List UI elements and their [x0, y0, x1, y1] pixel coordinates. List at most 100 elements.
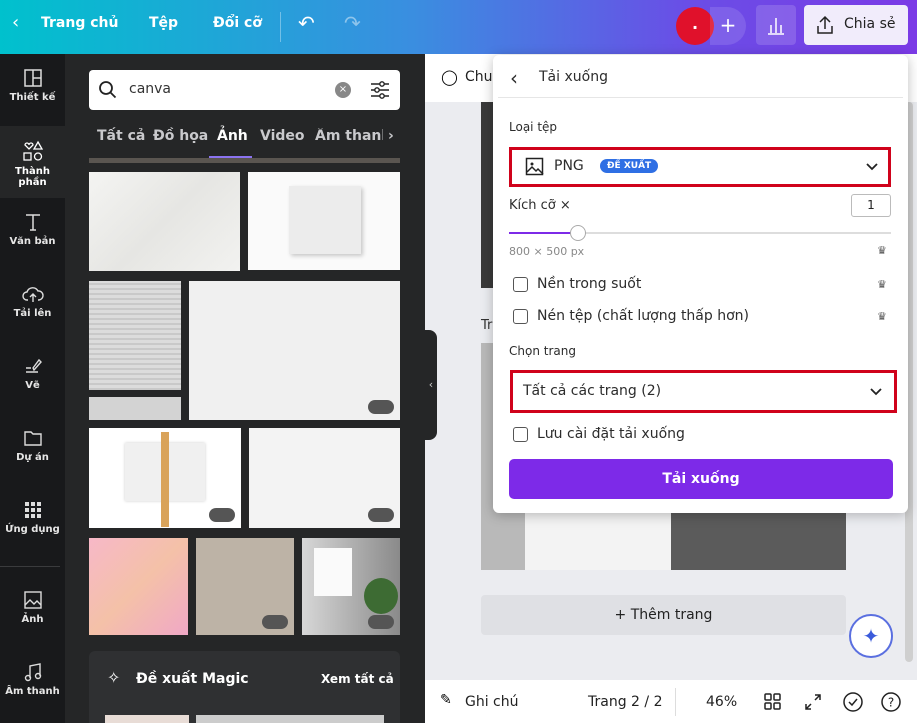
notes-button[interactable]: Ghi chú — [465, 694, 519, 710]
photo-thumbnail[interactable] — [89, 281, 181, 390]
rail-label: Vẽ — [25, 380, 40, 391]
dimensions-text: 800 × 500 px — [509, 245, 585, 258]
file-menu[interactable]: Tệp — [149, 15, 178, 31]
zoom-level[interactable]: 46% — [706, 694, 737, 710]
notes-icon[interactable]: ✎ — [440, 692, 452, 708]
photo-thumbnail[interactable] — [89, 158, 400, 163]
undo-icon[interactable]: ↶ — [298, 11, 315, 35]
photo-thumbnail[interactable] — [248, 172, 400, 270]
search-value: canva — [129, 81, 172, 97]
tab-audio[interactable]: Âm thanh — [315, 128, 383, 144]
folder-icon — [23, 431, 42, 446]
download-button[interactable]: Tải xuống — [509, 459, 893, 499]
image-icon — [525, 157, 544, 176]
photo-thumbnail[interactable] — [196, 538, 294, 635]
save-settings-checkbox[interactable] — [513, 427, 528, 442]
rail-item-draw[interactable]: Vẽ — [0, 342, 65, 414]
transparent-bg-label: Nền trong suốt — [537, 276, 642, 292]
add-page-button[interactable]: + Thêm trang — [481, 595, 846, 635]
transparent-bg-checkbox[interactable] — [513, 277, 528, 292]
rail-item-apps[interactable]: Ứng dụng — [0, 486, 65, 558]
size-input[interactable]: 1 — [851, 194, 891, 217]
rail-item-photos[interactable]: Ảnh — [0, 576, 65, 648]
bottom-bar: ✎ Ghi chú Trang 2 / 2 46% ? — [425, 680, 917, 723]
divider — [280, 12, 281, 42]
page-indicator[interactable]: Trang 2 / 2 — [588, 694, 662, 710]
crown-icon: ♛ — [877, 310, 887, 323]
back-chevron-icon[interactable]: ‹ — [12, 12, 19, 33]
rail-label: Ảnh — [21, 614, 44, 625]
home-link[interactable]: Trang chủ — [41, 15, 118, 31]
file-type-select[interactable]: PNG ĐỀ XUẤT — [509, 147, 891, 187]
clear-icon[interactable]: × — [335, 82, 351, 98]
rail-item-elements[interactable]: Thành phần — [0, 126, 65, 198]
pen-icon — [25, 358, 42, 373]
photo-thumbnail[interactable] — [89, 397, 181, 420]
rail-item-projects[interactable]: Dự án — [0, 414, 65, 486]
fullscreen-icon[interactable] — [804, 693, 822, 711]
rail-label: Dự án — [16, 452, 49, 463]
pages-select[interactable]: Tất cả các trang (2) — [510, 370, 897, 413]
search-icon — [99, 81, 117, 99]
filter-icon[interactable] — [369, 79, 391, 101]
crown-icon: ♛ — [877, 278, 887, 291]
tab-graphics[interactable]: Đồ họa — [153, 128, 208, 144]
recommended-badge: ĐỀ XUẤT — [600, 159, 659, 173]
divider — [0, 566, 60, 567]
grid-view-icon[interactable] — [764, 693, 782, 711]
rail-item-text[interactable]: Văn bản — [0, 198, 65, 270]
photo-thumbnail[interactable] — [89, 538, 188, 635]
check-icon[interactable] — [842, 691, 864, 713]
magic-assistant-icon[interactable]: ✦ — [849, 614, 893, 658]
chevron-down-icon — [866, 163, 878, 171]
analytics-icon[interactable] — [756, 5, 796, 45]
photo-thumbnail[interactable] — [89, 428, 241, 528]
rail-label: Thiết kế — [9, 92, 56, 103]
magic-suggestions-section: ✧ Đề xuất Magic Xem tất cả — [89, 651, 400, 723]
size-slider[interactable] — [509, 225, 891, 241]
photo-thumbnail[interactable] — [89, 172, 240, 271]
download-popover: ‹ Tải xuống Loại tệp PNG ĐỀ XUẤT Kích cỡ… — [493, 55, 908, 513]
pages-label: Chọn trang — [509, 344, 576, 358]
tab-all[interactable]: Tất cả — [97, 128, 145, 144]
resize-menu[interactable]: Đổi cỡ — [213, 15, 262, 31]
photo-thumbnail[interactable] — [189, 281, 400, 420]
compress-checkbox[interactable] — [513, 309, 528, 324]
cloud-upload-icon — [21, 287, 44, 302]
back-icon[interactable]: ‹ — [510, 66, 518, 90]
rail-item-audio[interactable]: Âm thanh — [0, 648, 65, 720]
rail-item-uploads[interactable]: Tải lên — [0, 270, 65, 342]
slider-fill — [509, 232, 578, 234]
photo-thumbnail[interactable] — [302, 538, 400, 635]
file-type-value: PNG — [554, 158, 584, 174]
rail-label: Tải lên — [13, 308, 52, 319]
rail-item-design[interactable]: Thiết kế — [0, 54, 65, 126]
upload-icon — [817, 15, 833, 34]
collapse-panel-handle[interactable]: ‹ — [425, 330, 437, 440]
avatar[interactable]: . — [676, 7, 714, 45]
add-collaborator-icon[interactable]: + — [710, 7, 746, 45]
premium-badge-icon — [368, 508, 394, 522]
compress-label: Nén tệp (chất lượng thấp hơn) — [537, 308, 749, 324]
help-icon[interactable]: ? — [880, 691, 902, 713]
redo-icon[interactable]: ↷ — [344, 11, 361, 35]
tab-photos[interactable]: Ảnh — [217, 128, 248, 144]
save-settings-label: Lưu cài đặt tải xuống — [537, 426, 685, 442]
file-type-label: Loại tệp — [509, 120, 558, 134]
page-title[interactable]: Tr — [481, 318, 492, 333]
layout-icon — [23, 69, 42, 87]
photo-thumbnail[interactable] — [249, 428, 400, 528]
share-label: Chia sẻ — [844, 16, 896, 32]
premium-badge-icon — [209, 508, 235, 522]
animate-icon[interactable]: ◯ — [441, 68, 458, 86]
tab-video[interactable]: Video — [260, 128, 305, 144]
slider-thumb[interactable] — [569, 225, 586, 241]
share-button[interactable]: Chia sẻ — [804, 5, 908, 45]
search-input[interactable]: canva × — [89, 70, 400, 110]
chevron-down-icon — [870, 388, 882, 396]
crown-icon: ♛ — [877, 244, 887, 257]
see-all-link[interactable]: Xem tất cả — [321, 672, 394, 686]
rail-label: Ứng dụng — [5, 524, 60, 535]
text-icon — [25, 214, 40, 231]
tabs-next-icon[interactable]: › — [388, 128, 394, 144]
